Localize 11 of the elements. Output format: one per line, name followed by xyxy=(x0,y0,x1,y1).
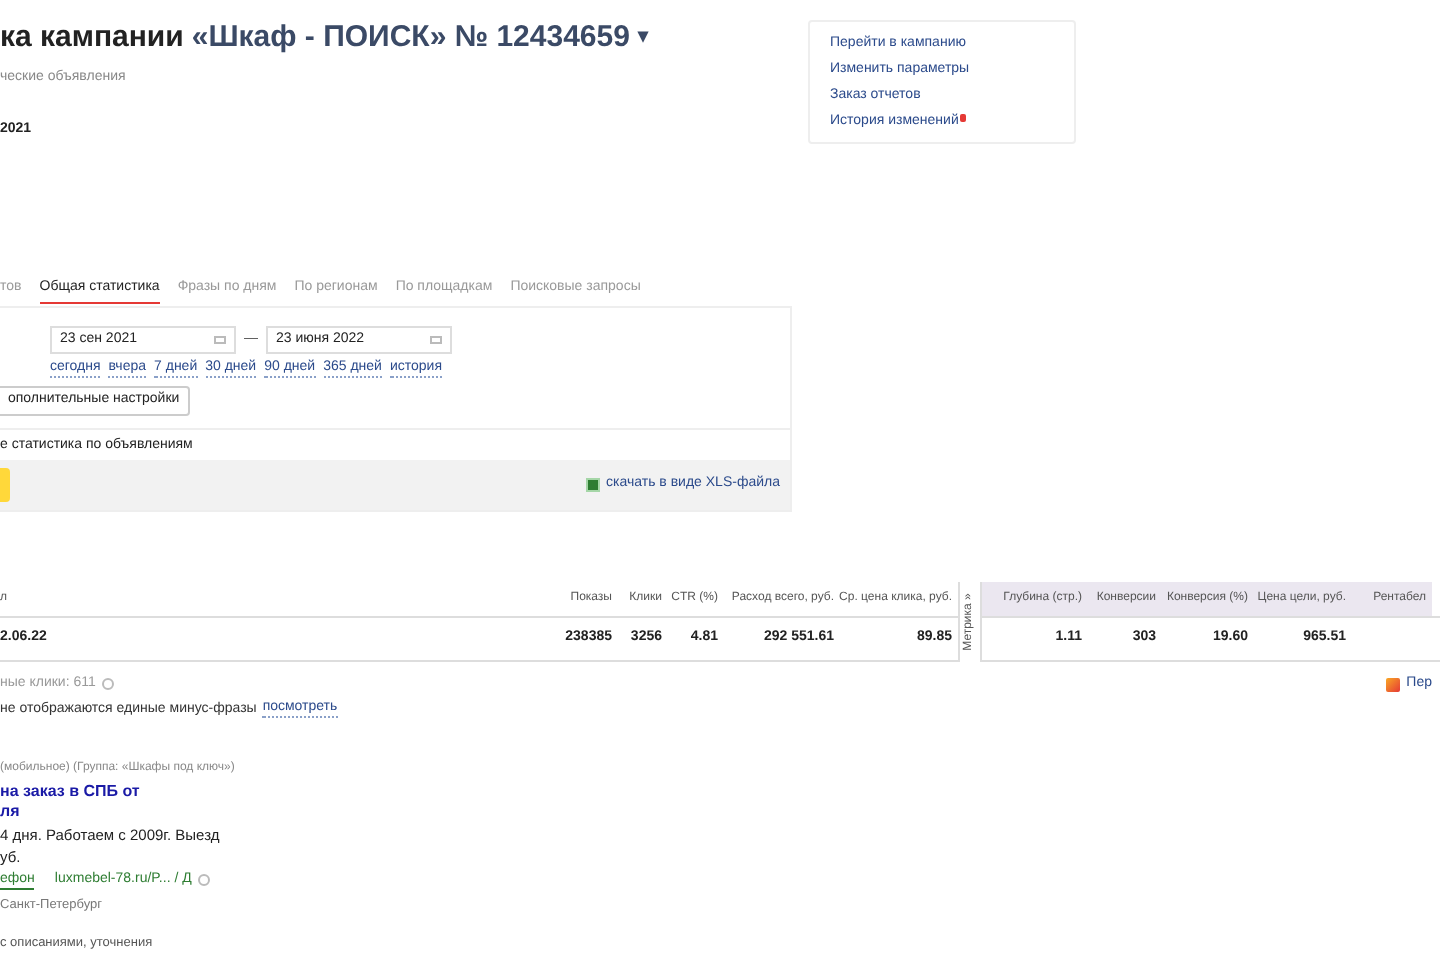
ad-title[interactable]: на заказ в СПБ от ля xyxy=(0,782,1440,822)
calendar-icon xyxy=(430,336,442,344)
info-icon xyxy=(197,874,210,887)
spreadsheet-icon xyxy=(586,478,601,492)
campaign-link[interactable]: «Шкаф - ПОИСК» № 12434659 xyxy=(191,20,630,56)
show-button[interactable] xyxy=(0,468,10,502)
caret-icon[interactable]: ▾ xyxy=(637,20,648,56)
chart-icon xyxy=(1386,677,1401,692)
page-title: ка кампании xyxy=(0,20,184,56)
calendar-icon xyxy=(214,336,226,344)
info-icon xyxy=(101,678,114,691)
